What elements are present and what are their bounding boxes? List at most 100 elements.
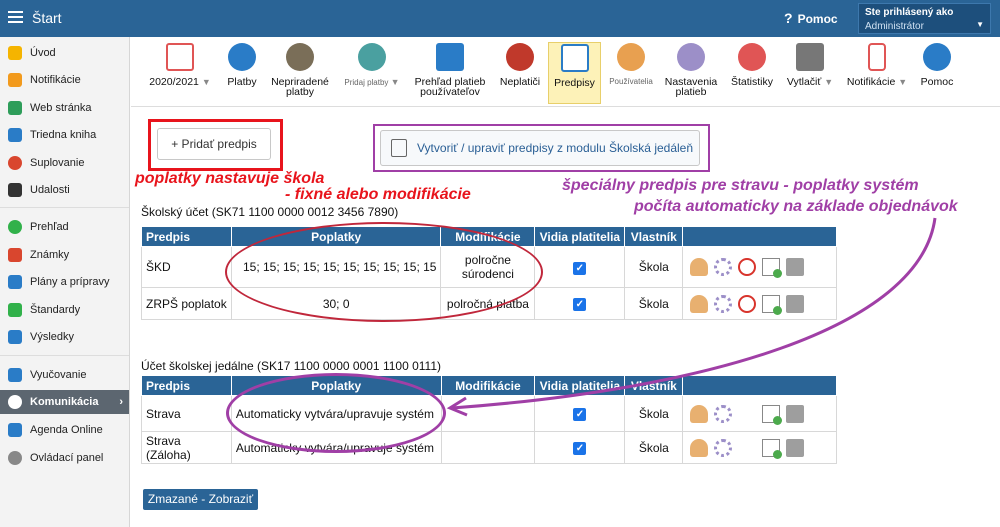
sidebar-item-label: Suplovanie: [30, 157, 85, 169]
toolbar-notifikacie[interactable]: Notifikácie ▼: [843, 43, 911, 87]
toolbar-label: Používatelia: [609, 77, 653, 86]
sidebar-item-triedna-kniha[interactable]: Triedna kniha: [0, 123, 129, 147]
sidebar-item-uvod[interactable]: Úvod: [0, 41, 129, 65]
chat-icon: [8, 395, 22, 409]
bar-chart-icon: [8, 330, 22, 344]
sidebar-item-label: Agenda Online: [30, 424, 103, 436]
top-bar: Štart ? Pomoc Ste prihlásený ako Administ…: [0, 0, 1000, 37]
sidebar-item-udalosti[interactable]: Udalosti: [0, 178, 129, 202]
sidebar-item-label: Známky: [30, 249, 70, 261]
help-link[interactable]: ? Pomoc: [784, 10, 838, 26]
gear-icon[interactable]: [714, 294, 733, 313]
visible-checkbox[interactable]: ✓: [573, 261, 587, 275]
toolbar-nastavenia-platieb[interactable]: Nastavenia platieb: [661, 43, 721, 97]
visible-checkbox[interactable]: ✓: [573, 408, 587, 421]
user-icon[interactable]: [690, 438, 709, 457]
question-bag-icon: [286, 43, 314, 71]
trash-icon[interactable]: [786, 294, 805, 313]
sidebar-item-vyucovanie[interactable]: Vyučovanie: [0, 363, 129, 387]
prescription-name-link[interactable]: Strava (Záloha): [141, 431, 232, 464]
sidebar-item-web-stranka[interactable]: Web stránka: [0, 96, 129, 120]
modification-cell: [440, 395, 536, 432]
school-account-label: Školský účet (SK71 1100 0000 0012 3456 7…: [141, 205, 399, 219]
sidebar-item-plany[interactable]: Plány a prípravy: [0, 270, 129, 294]
toolbar-label: Platby: [227, 76, 257, 88]
sidebar-item-label: Štandardy: [30, 304, 81, 316]
annotation-ellipse-red: [225, 222, 543, 322]
col-vlastnik: Vlastník: [624, 375, 684, 396]
trash-icon[interactable]: [786, 258, 805, 276]
sidebar-item-label: Komunikácia: [30, 396, 99, 408]
pie-chart-icon: [738, 43, 766, 71]
document-icon: [560, 44, 589, 72]
user-icon[interactable]: [690, 404, 709, 423]
canteen-prescriptions-button[interactable]: Vytvoriť / upraviť predpisy z modulu Ško…: [380, 130, 700, 166]
owner-cell: Škola: [624, 431, 684, 464]
add-document-icon[interactable]: [762, 438, 783, 459]
sidebar-item-prehlad[interactable]: Prehľad: [0, 215, 129, 239]
gear-icon[interactable]: [714, 258, 733, 276]
help-icon: [923, 43, 951, 71]
chevron-right-icon: ›: [119, 396, 123, 408]
sidebar-item-ovladaci-panel[interactable]: Ovládací panel: [0, 446, 129, 470]
user-icon: [617, 43, 645, 71]
toolbar-school-year[interactable]: 2020/2021 ▼: [147, 43, 213, 87]
user-icon[interactable]: [690, 294, 709, 313]
toolbar-pouzivatelia[interactable]: Používatelia: [607, 43, 655, 87]
gear-icon[interactable]: [714, 404, 733, 423]
prescription-name-link[interactable]: ŠKD: [141, 246, 232, 288]
sidebar-item-znamky[interactable]: Známky: [0, 243, 129, 267]
hamburger-menu-icon[interactable]: [8, 11, 23, 23]
sidebar-item-label: Web stránka: [30, 102, 92, 114]
pen-icon: [8, 423, 22, 437]
toolbar-platby[interactable]: Platby: [223, 43, 261, 87]
trash-icon[interactable]: [786, 404, 805, 423]
add-document-icon[interactable]: [762, 294, 783, 315]
prescription-name-link[interactable]: Strava: [141, 395, 232, 432]
toolbar-prehlad-platieb[interactable]: Prehľad platieb používateľov: [411, 43, 489, 97]
toolbar-neplatici[interactable]: Neplatiči: [497, 43, 543, 87]
visible-checkbox[interactable]: ✓: [573, 442, 587, 455]
sidebar-divider: [0, 355, 129, 356]
row-actions: [682, 395, 837, 432]
briefcase-icon: [8, 275, 22, 289]
toolbar-predpisy[interactable]: Predpisy: [548, 42, 601, 104]
col-modifikacie: Modifikácie: [440, 375, 536, 396]
toolbar-label: Nepriradené platby: [271, 76, 329, 98]
show-deleted-button[interactable]: Zmazané - Zobraziť: [143, 489, 258, 510]
user-menu[interactable]: Ste prihlásený ako Administrátor ▼: [858, 3, 991, 34]
printer-icon: [796, 43, 824, 71]
visible-checkbox[interactable]: ✓: [573, 298, 587, 311]
add-document-icon[interactable]: [762, 258, 783, 278]
sidebar-item-label: Výsledky: [30, 331, 75, 343]
toolbar-vytlacit[interactable]: Vytlačiť ▼: [784, 43, 836, 87]
sidebar-item-agenda-online[interactable]: Agenda Online: [0, 418, 129, 442]
clock-icon[interactable]: [738, 294, 757, 313]
user-icon[interactable]: [690, 258, 709, 276]
row-actions: [682, 246, 837, 288]
toolbar-nepriradene-platby[interactable]: Nepriradené platby: [269, 43, 331, 97]
toolbar-label: Nastavenia platieb: [664, 76, 718, 98]
sidebar-item-vysledky[interactable]: Výsledky: [0, 325, 129, 349]
person-icon: [8, 156, 22, 170]
toolbar-pridaj-platby[interactable]: Pridaj platby ▼: [341, 43, 403, 88]
clock-icon[interactable]: [738, 258, 757, 276]
sidebar-item-notifikacie[interactable]: Notifikácie: [0, 68, 129, 92]
prescription-name-link[interactable]: ZRPŠ poplatok: [141, 287, 232, 320]
sidebar-item-komunikacia[interactable]: Komunikácia ›: [0, 390, 129, 414]
toolbar-statistiky[interactable]: Štatistiky: [729, 43, 775, 87]
gear-icon: [8, 451, 22, 465]
sidebar-item-label: Plány a prípravy: [30, 276, 110, 288]
toolbar-pomoc[interactable]: Pomoc: [917, 43, 957, 87]
add-prescription-button[interactable]: + Pridať predpis: [157, 128, 271, 160]
debt-bag-icon: [506, 43, 534, 71]
gear-icon[interactable]: [714, 438, 733, 457]
gear-icon: [677, 43, 705, 71]
canteen-button-label: Vytvoriť / upraviť predpisy z modulu Ško…: [417, 141, 694, 155]
sidebar-item-suplovanie[interactable]: Suplovanie: [0, 151, 129, 175]
sidebar-item-standardy[interactable]: Štandardy: [0, 298, 129, 322]
trash-icon[interactable]: [786, 438, 805, 457]
add-document-icon[interactable]: [762, 404, 783, 425]
